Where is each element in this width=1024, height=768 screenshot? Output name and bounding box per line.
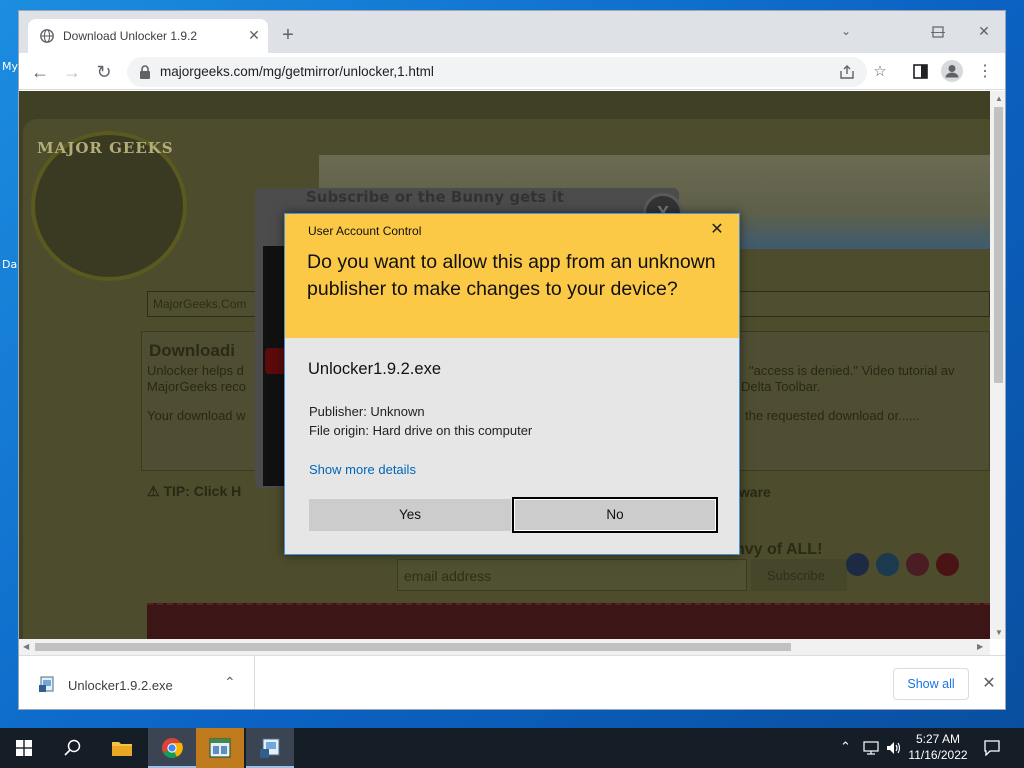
uac-close-icon[interactable]: ✕ xyxy=(707,220,727,240)
page-text: the requested download or...... xyxy=(745,408,920,423)
profile-avatar-icon[interactable] xyxy=(941,60,963,82)
scroll-down-icon[interactable]: ▼ xyxy=(995,628,1003,637)
notification-icon[interactable] xyxy=(984,740,1000,756)
no-button[interactable]: No xyxy=(512,497,718,533)
installer-icon xyxy=(260,738,280,758)
bookmark-star-icon[interactable]: ☆ xyxy=(869,61,891,83)
side-panel-icon[interactable] xyxy=(913,64,928,79)
uac-header: User Account Control ✕ Do you want to al… xyxy=(285,214,739,338)
subscribe-button[interactable]: Subscribe xyxy=(751,559,847,591)
taskbar: ⌃ 5:27 AM 11/16/2022 xyxy=(0,728,1024,768)
chrome-taskbar-button[interactable] xyxy=(148,728,196,768)
horizontal-scroll-thumb[interactable] xyxy=(35,643,791,651)
uac-file-origin: File origin: Hard drive on this computer xyxy=(309,423,533,438)
browser-tab[interactable]: Download Unlocker 1.9.2 ✕ xyxy=(28,19,268,53)
installer-taskbar-button[interactable] xyxy=(246,728,294,768)
browser-toolbar: ← → ↻ majorgeeks.com/mg/getmirror/unlock… xyxy=(19,53,1005,90)
uac-app-name: Unlocker1.9.2.exe xyxy=(308,360,441,378)
logo-text: MAJOR GEEKS xyxy=(37,139,174,157)
youtube-icon[interactable] xyxy=(936,553,959,576)
horizontal-scrollbar[interactable]: ◀ ▶ xyxy=(19,639,990,655)
network-icon[interactable] xyxy=(863,741,879,755)
uac-dialog: User Account Control ✕ Do you want to al… xyxy=(284,213,740,555)
site-search-placeholder: MajorGeeks.Com xyxy=(153,297,247,311)
download-shelf: Unlocker1.9.2.exe ⌃ Show all ✕ xyxy=(19,655,1005,709)
maximize-icon[interactable] xyxy=(932,26,944,38)
lock-icon[interactable] xyxy=(139,65,151,79)
warning-icon: ⚠ xyxy=(147,483,164,499)
page-text: Delta Toolbar. xyxy=(741,379,821,394)
globe-icon xyxy=(40,29,54,43)
tip-label: TIP: Click H xyxy=(163,483,242,499)
tab-strip: Download Unlocker 1.9.2 ✕ + ⌄ — ✕ xyxy=(19,11,1005,53)
uac-publisher: Publisher: Unknown xyxy=(309,404,425,419)
search-icon[interactable] xyxy=(64,739,81,756)
scroll-left-icon[interactable]: ◀ xyxy=(23,642,29,651)
twitter-icon[interactable] xyxy=(876,553,899,576)
desktop-icon-label[interactable]: My xyxy=(2,60,18,73)
show-all-button[interactable]: Show all xyxy=(893,668,969,700)
tip-text: ⚠ TIP: Click H xyxy=(147,483,241,500)
chevron-up-tray-icon[interactable]: ⌃ xyxy=(840,739,851,755)
email-address-input[interactable]: email address xyxy=(397,559,747,591)
menu-kebab-icon[interactable]: ⋮ xyxy=(974,61,996,83)
folder-icon xyxy=(112,742,132,756)
vertical-scrollbar[interactable]: ▲ ▼ xyxy=(990,91,1005,639)
app-taskbar-button[interactable] xyxy=(196,728,244,768)
chrome-icon xyxy=(162,738,183,759)
subscribe-button-label: Subscribe xyxy=(767,568,825,583)
desktop-icon-label[interactable]: Da xyxy=(2,258,17,271)
envy-text: nvy of ALL! xyxy=(735,541,823,558)
instagram-icon[interactable] xyxy=(906,553,929,576)
address-bar[interactable]: majorgeeks.com/mg/getmirror/unlocker,1.h… xyxy=(127,57,867,87)
forward-icon[interactable]: → xyxy=(59,59,85,85)
file-explorer-button[interactable] xyxy=(98,728,146,768)
download-file-name: Unlocker1.9.2.exe xyxy=(68,678,173,693)
scroll-up-icon[interactable]: ▲ xyxy=(995,94,1003,103)
tab-close-icon[interactable]: ✕ xyxy=(245,26,263,44)
reload-icon[interactable]: ↻ xyxy=(91,59,117,85)
show-more-details-link[interactable]: Show more details xyxy=(309,462,416,477)
popup-title: Subscribe or the Bunny gets it xyxy=(306,188,564,206)
clock-date: 11/16/2022 xyxy=(908,748,968,762)
back-icon[interactable]: ← xyxy=(27,59,53,85)
footer-red-bar xyxy=(147,603,990,639)
page-heading: Downloadi xyxy=(149,341,235,360)
page-text: "access is denied." Video tutorial av xyxy=(749,363,955,378)
vertical-scroll-thumb[interactable] xyxy=(994,107,1003,383)
new-tab-icon[interactable]: + xyxy=(277,25,299,47)
tab-title: Download Unlocker 1.9.2 xyxy=(63,29,198,43)
tab-search-icon[interactable]: ⌄ xyxy=(823,17,869,45)
windows-start-icon[interactable] xyxy=(16,740,32,756)
page-text: Your download w xyxy=(147,408,246,423)
close-window-icon[interactable]: ✕ xyxy=(961,17,1005,45)
volume-icon[interactable] xyxy=(886,741,902,755)
tip-text-right: lware xyxy=(735,484,771,500)
installer-file-icon xyxy=(39,676,54,692)
yes-button[interactable]: Yes xyxy=(309,499,511,531)
clock-time: 5:27 AM xyxy=(915,732,961,746)
url-text: majorgeeks.com/mg/getmirror/unlocker,1.h… xyxy=(160,64,434,79)
page-text: Unlocker helps d xyxy=(147,363,244,378)
scroll-right-icon[interactable]: ▶ xyxy=(977,642,983,651)
window-app-icon xyxy=(209,738,231,758)
download-item[interactable]: Unlocker1.9.2.exe ⌃ xyxy=(19,656,255,709)
system-clock[interactable]: 5:27 AM 11/16/2022 xyxy=(905,731,971,763)
facebook-icon[interactable] xyxy=(846,553,869,576)
close-shelf-icon[interactable]: ✕ xyxy=(979,674,999,694)
page-text: MajorGeeks reco xyxy=(147,379,246,394)
share-icon[interactable] xyxy=(839,64,855,80)
email-placeholder: email address xyxy=(404,568,492,584)
uac-question: Do you want to allow this app from an un… xyxy=(307,251,716,300)
uac-caption: User Account Control xyxy=(308,224,422,238)
chevron-up-icon[interactable]: ⌃ xyxy=(224,674,236,691)
